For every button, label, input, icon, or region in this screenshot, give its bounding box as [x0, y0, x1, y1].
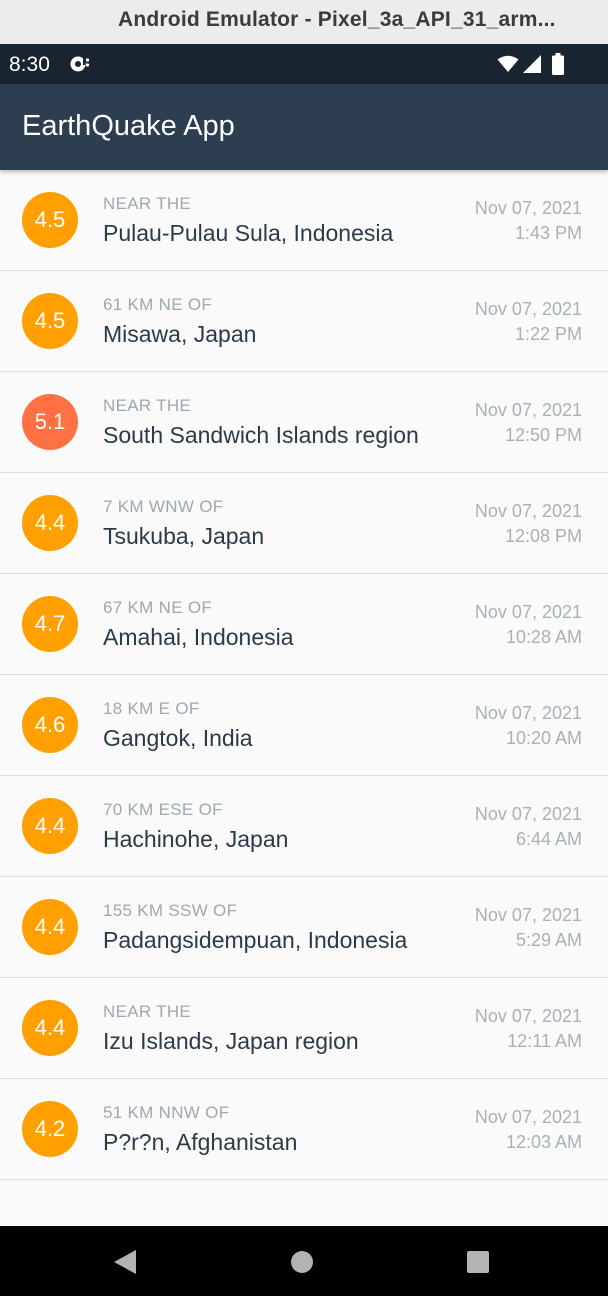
primary-location: Pulau-Pulau Sula, Indonesia [103, 220, 394, 246]
earthquake-list-item[interactable]: 4.5 NEAR THE Pulau-Pulau Sula, Indonesia… [0, 170, 608, 271]
primary-location: Izu Islands, Japan region [103, 1028, 359, 1054]
magnitude-circle: 4.4 [22, 798, 78, 854]
magnitude-circle: 4.7 [22, 596, 78, 652]
magnitude-circle: 5.1 [22, 394, 78, 450]
location-offset: 61 KM NE OF [103, 295, 213, 314]
earthquake-time: 12:11 AM [507, 1031, 582, 1051]
magnitude-circle: 4.2 [22, 1101, 78, 1157]
app-title: EarthQuake App [22, 110, 235, 142]
magnitude-circle: 4.5 [22, 192, 78, 248]
earthquake-list-item[interactable]: 4.4 155 KM SSW OF Padangsidempuan, Indon… [0, 877, 608, 978]
location-offset: 70 KM ESE OF [103, 800, 223, 819]
magnitude-circle: 4.4 [22, 1000, 78, 1056]
location-offset: 51 KM NNW OF [103, 1103, 230, 1122]
emulator-title-bar: Android Emulator - Pixel_3a_API_31_arm..… [0, 0, 608, 44]
earthquake-time: 12:03 AM [505, 1132, 582, 1152]
earthquake-date: Nov 07, 2021 [474, 804, 582, 824]
app-bar: EarthQuake App [0, 84, 608, 170]
earthquake-date: Nov 07, 2021 [474, 1107, 582, 1127]
notification-icon [70, 56, 90, 72]
primary-location: Amahai, Indonesia [103, 624, 294, 650]
earthquake-list-item[interactable]: 5.1 NEAR THE South Sandwich Islands regi… [0, 372, 608, 473]
status-bar: 8:30 [0, 44, 608, 84]
recents-icon[interactable] [466, 1250, 490, 1274]
signal-icon [523, 55, 541, 73]
earthquake-date: Nov 07, 2021 [474, 501, 582, 521]
earthquake-list-item[interactable]: 4.7 67 KM NE OF Amahai, Indonesia Nov 07… [0, 574, 608, 675]
earthquake-list-item[interactable]: 4.4 NEAR THE Izu Islands, Japan region N… [0, 978, 608, 1079]
magnitude-circle: 4.4 [22, 495, 78, 551]
location-offset: NEAR THE [103, 1002, 192, 1021]
earthquake-time: 1:43 PM [514, 223, 582, 243]
earthquake-time: 10:28 AM [505, 627, 582, 647]
earthquake-time: 12:08 PM [504, 526, 582, 546]
magnitude-circle: 4.5 [22, 293, 78, 349]
window-title: Android Emulator - Pixel_3a_API_31_arm..… [118, 8, 556, 31]
status-time: 8:30 [9, 53, 50, 76]
primary-location: Tsukuba, Japan [103, 523, 265, 549]
magnitude-circle: 4.4 [22, 899, 78, 955]
primary-location: South Sandwich Islands region [103, 422, 419, 448]
earthquake-date: Nov 07, 2021 [474, 400, 582, 420]
location-offset: 18 KM E OF [103, 699, 200, 718]
primary-location: Hachinohe, Japan [103, 826, 289, 852]
earthquake-list[interactable]: 4.5 NEAR THE Pulau-Pulau Sula, Indonesia… [0, 170, 608, 1226]
earthquake-list-item[interactable]: 4.4 70 KM ESE OF Hachinohe, Japan Nov 07… [0, 776, 608, 877]
earthquake-date: Nov 07, 2021 [474, 703, 582, 723]
earthquake-time: 6:44 AM [515, 829, 582, 849]
magnitude-circle: 4.6 [22, 697, 78, 753]
location-offset: 67 KM NE OF [103, 598, 213, 617]
home-icon[interactable] [290, 1250, 314, 1274]
earthquake-date: Nov 07, 2021 [474, 905, 582, 925]
wifi-icon [497, 55, 519, 72]
primary-location: Padangsidempuan, Indonesia [103, 927, 408, 953]
battery-icon [552, 53, 564, 75]
back-icon[interactable] [112, 1248, 138, 1276]
earthquake-time: 10:20 AM [505, 728, 582, 748]
earthquake-list-item[interactable]: 4.4 7 KM WNW OF Tsukuba, Japan Nov 07, 2… [0, 473, 608, 574]
navigation-bar [0, 1226, 608, 1296]
primary-location: Gangtok, India [103, 725, 253, 751]
location-offset: 7 KM WNW OF [103, 497, 224, 516]
earthquake-time: 5:29 AM [515, 930, 582, 950]
earthquake-time: 1:22 PM [514, 324, 582, 344]
earthquake-list-item[interactable]: 4.5 61 KM NE OF Misawa, Japan Nov 07, 20… [0, 271, 608, 372]
location-offset: 155 KM SSW OF [103, 901, 238, 920]
primary-location: Misawa, Japan [103, 321, 257, 347]
location-offset: NEAR THE [103, 194, 192, 213]
location-offset: NEAR THE [103, 396, 192, 415]
earthquake-date: Nov 07, 2021 [474, 299, 582, 319]
earthquake-list-item[interactable]: 4.6 18 KM E OF Gangtok, India Nov 07, 20… [0, 675, 608, 776]
earthquake-list-item[interactable]: 4.2 51 KM NNW OF P?r?n, Afghanistan Nov … [0, 1079, 608, 1180]
primary-location: P?r?n, Afghanistan [103, 1129, 298, 1155]
earthquake-date: Nov 07, 2021 [474, 602, 582, 622]
earthquake-date: Nov 07, 2021 [474, 1006, 582, 1026]
earthquake-time: 12:50 PM [504, 425, 582, 445]
earthquake-date: Nov 07, 2021 [474, 198, 582, 218]
